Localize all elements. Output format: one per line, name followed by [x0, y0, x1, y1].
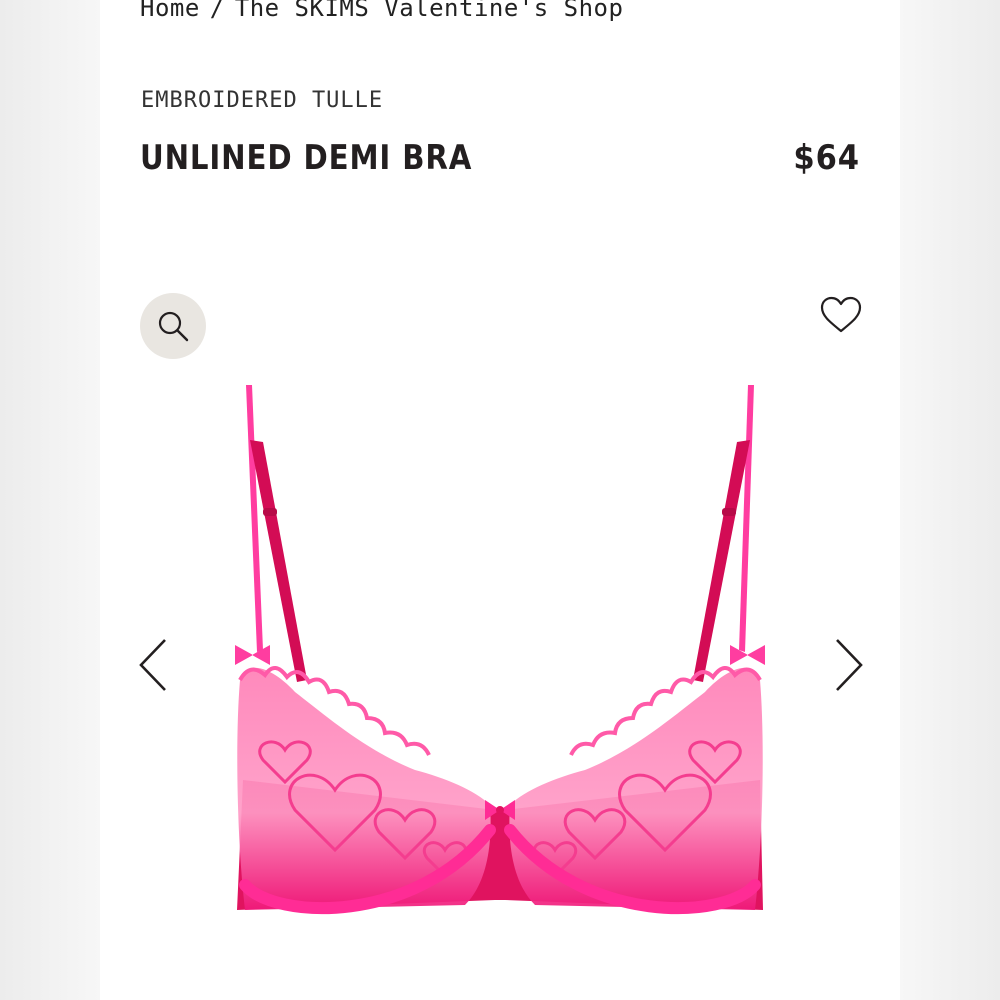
wishlist-button[interactable] [818, 292, 864, 338]
breadcrumb-current-link[interactable]: The SKIMS Valentine's Shop [235, 0, 624, 22]
zoom-button[interactable] [140, 293, 206, 359]
product-collection: EMBROIDERED TULLE [141, 88, 384, 113]
next-image-button[interactable] [829, 635, 869, 695]
prev-image-button[interactable] [133, 635, 173, 695]
breadcrumb-separator: / [209, 0, 225, 22]
product-price: $64 [793, 138, 860, 178]
chevron-right-icon [836, 639, 863, 691]
chevron-left-icon [139, 639, 166, 691]
product-page: Home / The SKIMS Valentine's Shop EMBROIDE… [0, 0, 1000, 1000]
search-icon [158, 311, 189, 342]
heart-outline-icon [820, 296, 862, 333]
product-image [235, 385, 765, 915]
breadcrumb: Home / The SKIMS Valentine's Shop [140, 0, 623, 22]
product-title: UNLINED DEMI BRA [140, 138, 473, 178]
breadcrumb-home-link[interactable]: Home [140, 0, 200, 22]
